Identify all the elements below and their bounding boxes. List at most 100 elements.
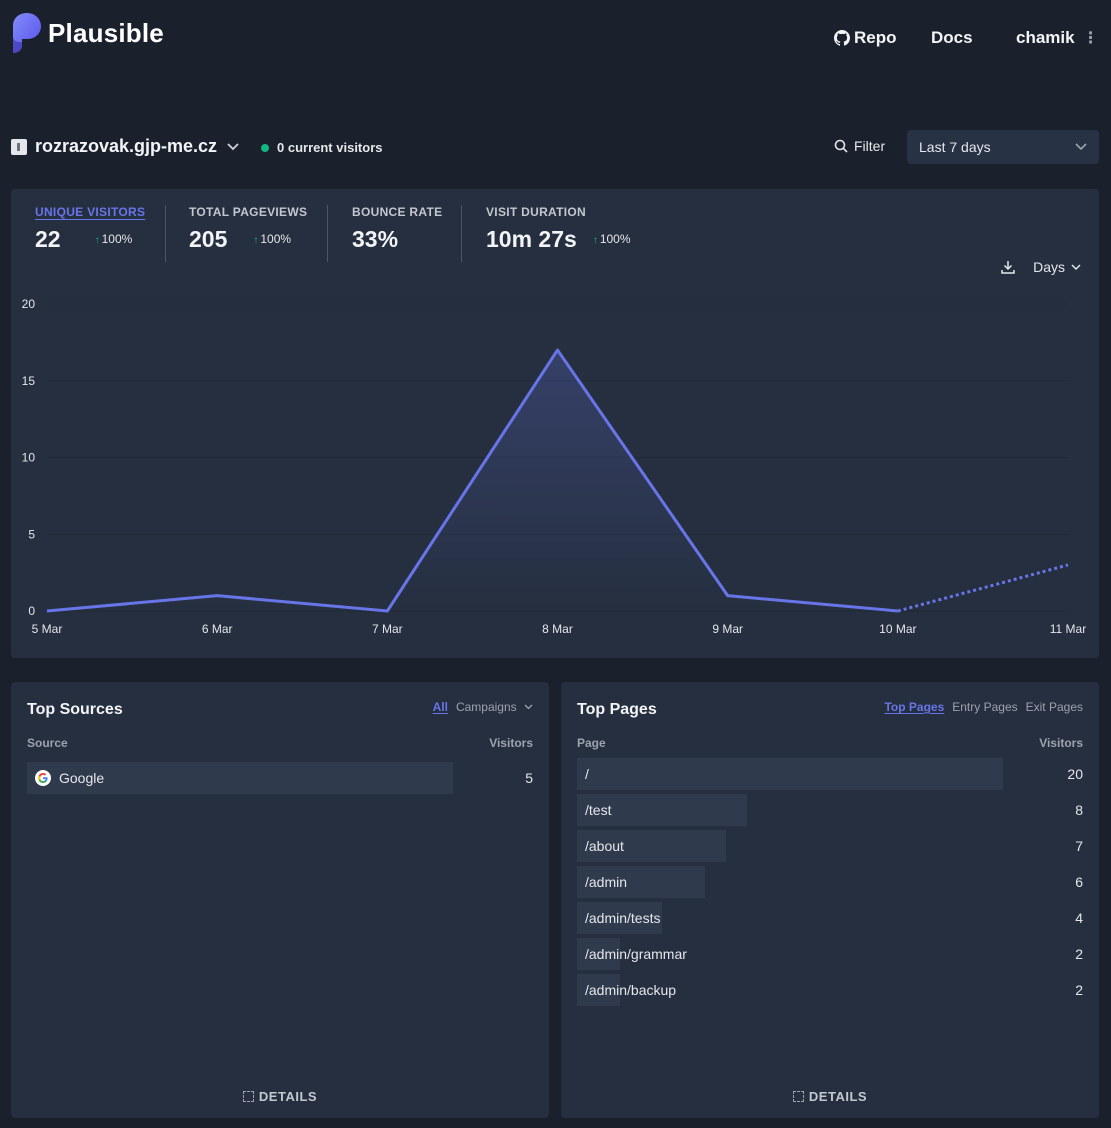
stat-label: BOUNCE RATE — [352, 205, 443, 219]
tab-all[interactable]: All — [433, 700, 448, 714]
stat-label: VISIT DURATION — [486, 205, 586, 219]
y-tick-label: 10 — [22, 451, 36, 465]
column-header-visitors: Visitors — [1039, 736, 1083, 750]
live-dot-icon — [261, 143, 269, 152]
list-item[interactable]: /admin 6 — [577, 866, 1083, 898]
stat-label: TOTAL PAGEVIEWS — [189, 205, 308, 219]
details-button[interactable]: DETAILS — [561, 1089, 1099, 1104]
x-tick-label: 5 Mar — [32, 622, 63, 636]
chevron-down-icon — [1075, 143, 1087, 151]
source-label: Google — [59, 770, 105, 786]
stat-label: UNIQUE VISITORS — [35, 205, 146, 219]
divider — [165, 205, 166, 262]
arrow-up-icon: ↑ — [253, 235, 259, 246]
column-header-page: Page — [577, 736, 606, 750]
stat-total-pageviews[interactable]: TOTAL PAGEVIEWS 205 ↑ 100% — [189, 205, 307, 253]
top-pages-title: Top Pages — [577, 701, 657, 718]
google-icon — [35, 770, 51, 786]
list-item[interactable]: /admin/grammar 2 — [577, 938, 1083, 970]
stat-bounce-rate[interactable]: BOUNCE RATE 33% — [352, 205, 442, 253]
interval-picker[interactable]: Days — [1033, 259, 1081, 275]
user-menu[interactable]: chamik ⋮ — [1016, 28, 1099, 48]
page-label: /admin/tests — [585, 910, 661, 926]
column-header-visitors: Visitors — [489, 736, 533, 750]
repo-link-label: Repo — [854, 28, 897, 47]
period-label: Last 7 days — [919, 139, 991, 155]
list-item[interactable]: /test 8 — [577, 794, 1083, 826]
search-icon — [834, 139, 848, 153]
chart-tools: Days — [1001, 259, 1081, 275]
repo-link[interactable]: Repo — [834, 28, 897, 48]
list-item[interactable]: Google 5 — [27, 762, 533, 794]
page-visitors: 7 — [1075, 838, 1083, 854]
top-pages-card: Top Pages Top Pages Entry Pages Exit Pag… — [561, 682, 1099, 1118]
stat-value: 10m 27s — [486, 226, 577, 252]
divider — [461, 205, 462, 262]
column-header-source: Source — [27, 736, 68, 750]
divider — [327, 205, 328, 262]
list-item[interactable]: / 20 — [577, 758, 1083, 790]
x-tick-label: 8 Mar — [542, 622, 573, 636]
site-favicon-icon — [11, 138, 27, 155]
page-label: /about — [585, 838, 624, 854]
list-item[interactable]: /admin/backup 2 — [577, 974, 1083, 1006]
kebab-menu-icon[interactable]: ⋮ — [1083, 28, 1099, 48]
current-visitors[interactable]: 0 current visitors — [261, 140, 383, 155]
page-visitors: 2 — [1075, 946, 1083, 962]
main-graph-card: UNIQUE VISITORS 22 ↑ 100% TOTAL PAGEVIEWS… — [11, 189, 1099, 658]
filter-button[interactable]: Filter — [834, 138, 885, 154]
docs-link-label: Docs — [931, 28, 973, 47]
page-label: /admin/backup — [585, 982, 677, 998]
y-tick-label: 15 — [22, 374, 36, 388]
y-tick-label: 0 — [28, 604, 35, 618]
list-item[interactable]: /about 7 — [577, 830, 1083, 862]
x-tick-label: 11 Mar — [1050, 622, 1086, 636]
stat-change: ↑ 100% — [253, 232, 292, 246]
stat-visit-duration[interactable]: VISIT DURATION 10m 27s ↑ 100% — [486, 205, 631, 253]
stat-value: 33% — [352, 226, 399, 252]
x-tick-label: 10 Mar — [879, 622, 916, 636]
x-tick-label: 7 Mar — [372, 622, 403, 636]
page-label: /admin/grammar — [585, 946, 687, 962]
sources-tabs: All Campaigns — [425, 700, 533, 714]
expand-icon — [242, 1091, 254, 1102]
page-visitors: 8 — [1075, 802, 1083, 818]
plausible-logo-icon — [13, 13, 41, 53]
brand-name: Plausible — [48, 17, 164, 48]
stat-value: 205 — [189, 226, 228, 252]
period-picker[interactable]: Last 7 days — [907, 130, 1099, 164]
tab-entry-pages[interactable]: Entry Pages — [952, 700, 1017, 714]
chevron-down-icon — [1071, 263, 1081, 270]
page-label: / — [585, 766, 589, 782]
github-icon — [834, 30, 850, 46]
pages-tabs: Top Pages Entry Pages Exit Pages — [876, 700, 1083, 714]
brand-logo[interactable]: Plausible — [10, 12, 164, 54]
download-icon[interactable] — [1001, 260, 1015, 274]
site-switcher[interactable]: rozrazovak.gjp-me.cz — [11, 136, 239, 157]
row-bar — [577, 758, 1003, 790]
arrow-up-icon: ↑ — [592, 235, 598, 246]
page-label: /admin — [585, 874, 628, 890]
user-name: chamik — [1016, 28, 1075, 47]
y-tick-label: 5 — [28, 527, 35, 541]
stat-change: ↑ 100% — [94, 232, 133, 246]
page-visitors: 2 — [1075, 982, 1083, 998]
tab-exit-pages[interactable]: Exit Pages — [1026, 700, 1083, 714]
tab-campaigns[interactable]: Campaigns — [456, 700, 533, 714]
stat-change: ↑ 100% — [592, 232, 631, 246]
chevron-down-icon — [524, 704, 533, 710]
list-item[interactable]: /admin/tests 4 — [577, 902, 1083, 934]
site-domain: rozrazovak.gjp-me.cz — [35, 136, 218, 156]
tab-top-pages[interactable]: Top Pages — [884, 700, 944, 714]
docs-link[interactable]: Docs — [931, 28, 973, 48]
chevron-down-icon — [227, 138, 239, 156]
visitors-chart[interactable]: 0 5 10 15 20 5 Mar 6 Mar 7 Mar 8 Mar 9 Mar 10 Mar 1… — [11, 289, 1099, 639]
current-visitors-label: 0 current visitors — [277, 140, 383, 155]
stat-unique-visitors[interactable]: UNIQUE VISITORS 22 ↑ 100% — [35, 205, 145, 253]
top-sources-card: Top Sources All Campaigns Source Visitor… — [11, 682, 549, 1118]
source-visitors: 5 — [525, 770, 533, 786]
x-tick-label: 6 Mar — [202, 622, 233, 636]
stat-value: 22 — [35, 226, 61, 252]
details-button[interactable]: DETAILS — [11, 1089, 549, 1104]
page-visitors: 20 — [1067, 766, 1083, 782]
